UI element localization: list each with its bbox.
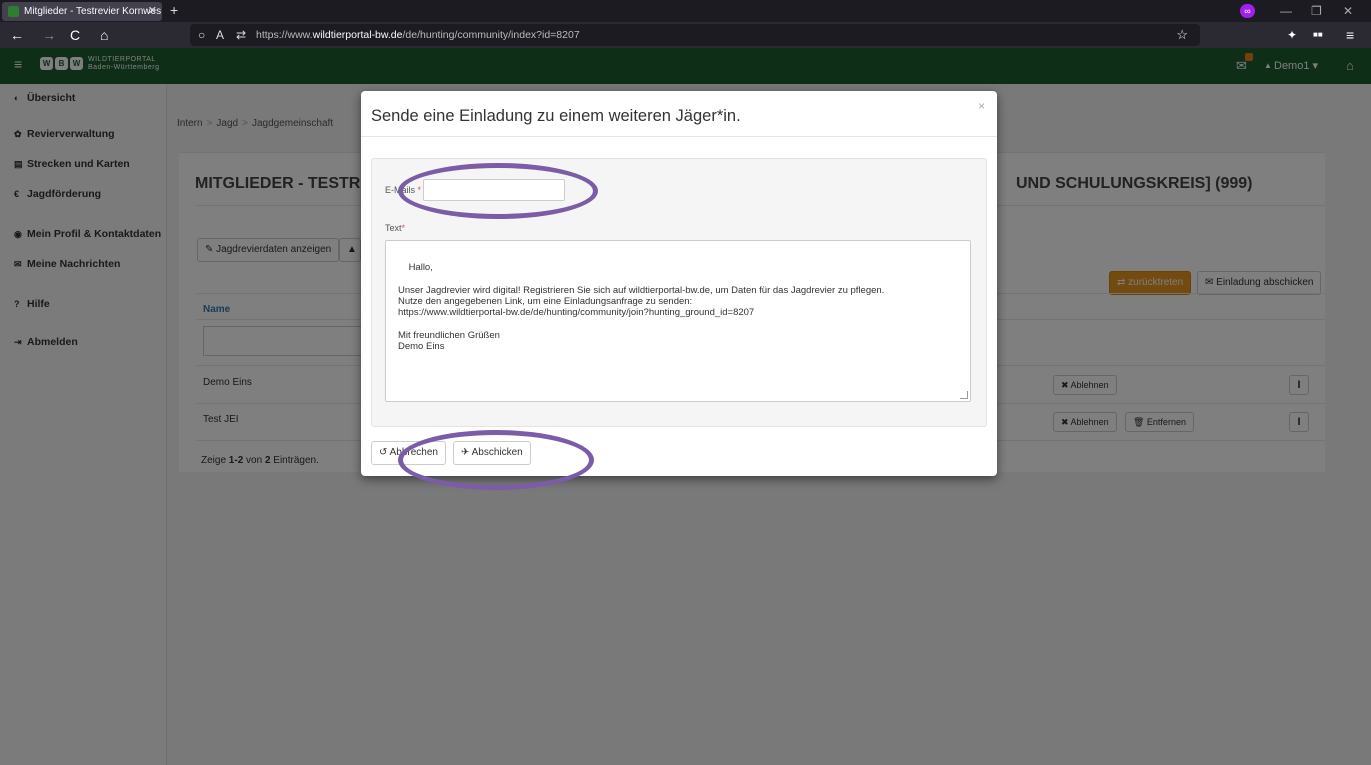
private-mask-icon: ∞ [1240,4,1255,18]
buttons-highlight-ring [398,430,594,490]
browser-menu-icon[interactable]: ≡ [1346,22,1354,48]
modal-divider [361,136,997,137]
forward-icon[interactable]: → [42,22,56,48]
minimize-icon[interactable]: — [1280,0,1292,22]
browser-tabbar: Mitglieder - Testrevier Kornwes ✕ + ∞ — … [0,0,1371,22]
home-icon[interactable]: ⌂ [100,22,108,48]
site-favicon-icon [8,6,19,17]
modal-close-icon[interactable]: × [978,99,985,113]
text-label-text: Text [385,223,402,233]
permissions-icon[interactable]: ⇄ [236,24,246,46]
tab-close-icon[interactable]: ✕ [148,2,157,21]
browser-navbar: ← → C ⌂ ○ A ⇄ https://www.wildtierportal… [0,22,1371,48]
url-path: /de/hunting/community/index?id=8207 [402,29,580,41]
reload-icon[interactable]: C [70,22,80,48]
message-textarea[interactable]: Hallo, Unser Jagdrevier wird digital! Re… [385,240,971,402]
email-highlight-ring [398,163,598,219]
bookmark-star-icon[interactable]: ☆ [1176,24,1188,46]
modal-title: Sende eine Einladung zu einem weiteren J… [371,107,741,125]
url-bar[interactable]: ○ A ⇄ https://www.wildtierportal-bw.de/d… [190,24,1200,46]
url-domain: wildtierportal-bw.de [312,29,403,41]
url-prefix: https://www. [256,29,313,41]
browser-tab[interactable]: Mitglieder - Testrevier Kornwes ✕ [2,2,162,21]
shield-icon[interactable]: ○ [198,24,205,46]
maximize-icon[interactable]: ❐ [1311,0,1322,22]
window-close-icon[interactable]: ✕ [1343,0,1353,22]
lock-icon[interactable]: A [216,24,224,46]
extension-icon[interactable]: ✦ [1287,22,1297,48]
required-marker: * [401,223,406,233]
back-icon[interactable]: ← [10,22,24,48]
invite-modal: Sende eine Einladung zu einem weiteren J… [361,91,997,476]
new-tab-icon[interactable]: + [170,0,178,21]
tab-title: Mitglieder - Testrevier Kornwes [24,6,162,17]
text-label: Text* [385,223,405,233]
resize-handle-icon[interactable] [960,391,968,399]
reader-icon[interactable]: ■■ [1313,22,1323,48]
message-text: Hallo, Unser Jagdrevier wird digital! Re… [398,262,885,353]
